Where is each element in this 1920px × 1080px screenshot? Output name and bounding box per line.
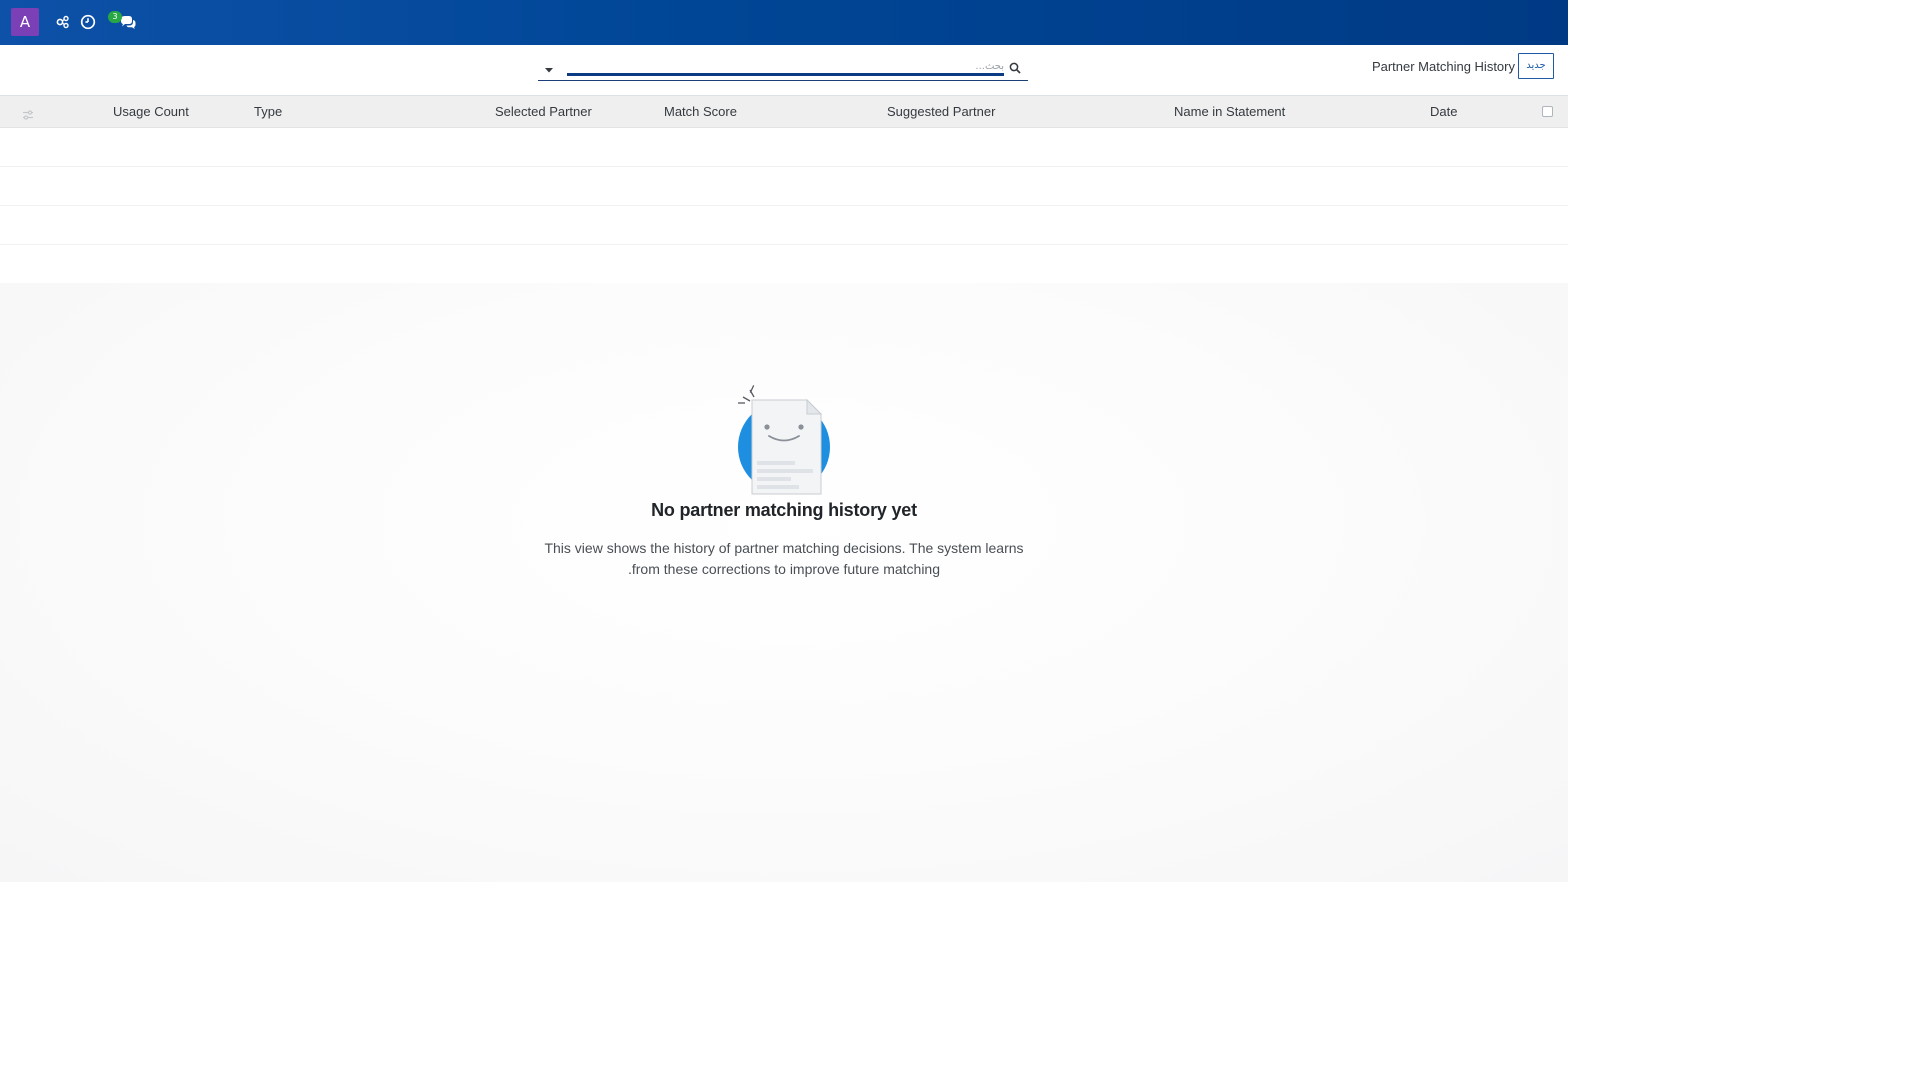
column-usage-count[interactable]: Usage Count (113, 104, 189, 119)
search-panel (538, 54, 1028, 81)
page-title: Partner Matching History (1371, 59, 1515, 74)
select-all-checkbox[interactable] (1542, 106, 1553, 117)
top-navbar: A 3 (0, 0, 1568, 45)
column-suggested-partner[interactable]: Suggested Partner (887, 104, 995, 119)
user-avatar[interactable]: A (11, 8, 39, 36)
search-icon[interactable] (1009, 59, 1021, 74)
empty-row (0, 167, 1568, 206)
help-title: No partner matching history yet (651, 500, 917, 520)
caret-down-icon (545, 68, 553, 73)
control-panel: Partner Matching History جديد (0, 45, 1568, 96)
help-description-line: .from these corrections to improve futur… (627, 561, 941, 577)
empty-row (0, 206, 1568, 245)
column-date[interactable]: Date (1430, 104, 1457, 119)
empty-row (0, 128, 1568, 167)
list-header: Usage Count Type Selected Partner Match … (0, 96, 1568, 128)
tools-icon[interactable] (55, 14, 71, 30)
no-content-help (0, 283, 1568, 882)
search-focus-underline (567, 73, 1004, 76)
messages-badge: 3 (108, 11, 122, 23)
empty-row (0, 245, 1568, 284)
column-selected-partner[interactable]: Selected Partner (495, 104, 592, 119)
column-name-in-statement[interactable]: Name in Statement (1174, 104, 1285, 119)
optional-columns-icon[interactable] (22, 106, 34, 120)
empty-document-illustration (733, 383, 835, 497)
column-type[interactable]: Type (254, 104, 282, 119)
clock-icon[interactable] (80, 14, 96, 30)
new-button[interactable]: جديد (1518, 53, 1554, 79)
help-description-line: This view shows the history of partner m… (544, 540, 1024, 556)
column-match-score[interactable]: Match Score (664, 104, 737, 119)
search-options-toggle[interactable] (544, 60, 554, 73)
help-description: This view shows the history of partner m… (524, 538, 1044, 580)
